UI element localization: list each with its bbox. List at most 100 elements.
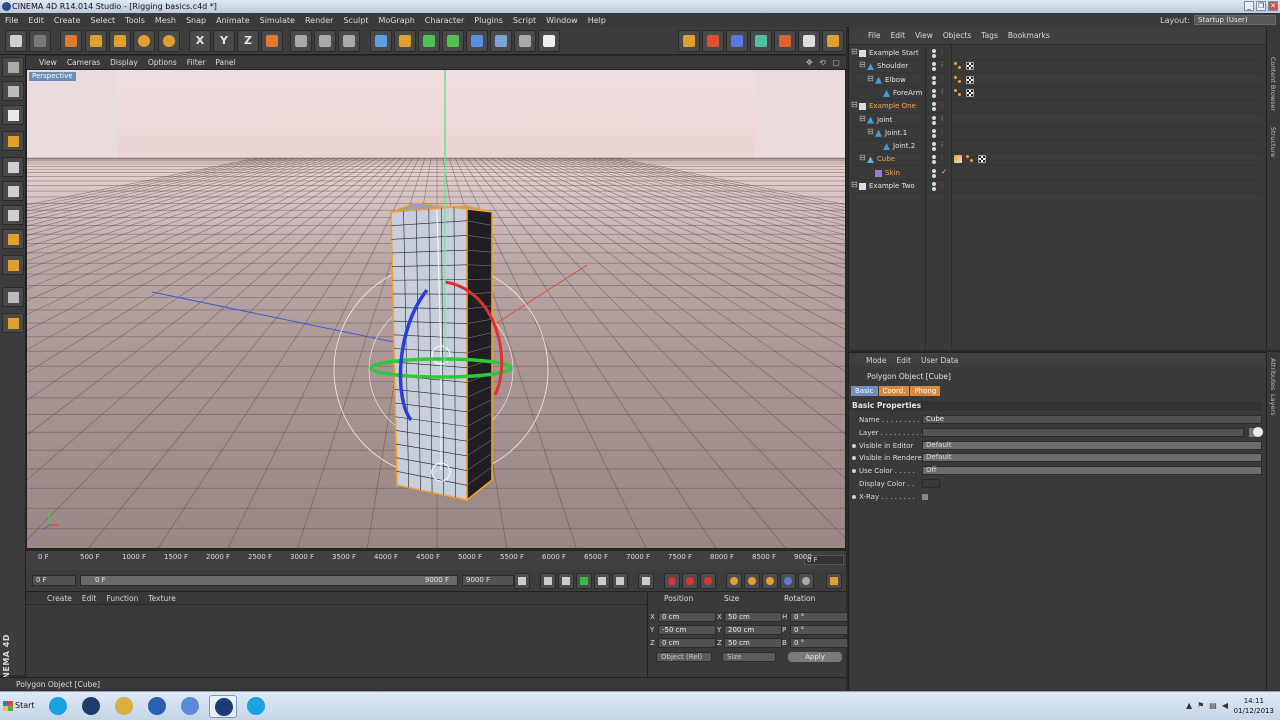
cube-primitive-button[interactable]	[370, 30, 392, 52]
camera-button[interactable]	[514, 30, 536, 52]
material-menu-create[interactable]: Create	[42, 594, 77, 603]
enable-toggle-icon[interactable]: ⁝	[941, 128, 943, 136]
object-row-cube[interactable]: ⊟ Cube ⁝	[851, 153, 1263, 167]
objects-menu-objects[interactable]: Objects	[938, 31, 976, 40]
menu-character[interactable]: Character	[420, 16, 470, 25]
object-row-elbow[interactable]: ⊟ Elbow ⁝	[851, 74, 1263, 87]
visibility-dots[interactable]	[932, 182, 940, 191]
snap-button[interactable]	[2, 287, 24, 307]
tab-phong[interactable]: Phong	[910, 386, 941, 396]
menu-animate[interactable]: Animate	[211, 16, 255, 25]
objects-menu-file[interactable]: File	[863, 31, 886, 40]
taskbar-skype-2-button[interactable]	[242, 695, 270, 718]
attribute-dropdown[interactable]: Default	[922, 453, 1262, 463]
viewport-menu-filter[interactable]: Filter	[182, 58, 211, 67]
visibility-dots[interactable]	[932, 102, 940, 112]
expand-toggle-icon[interactable]: ⊟	[867, 74, 874, 83]
go-to-end-button[interactable]	[638, 573, 654, 589]
taskbar-skype-button[interactable]	[44, 695, 72, 718]
next-frame-button[interactable]	[594, 573, 610, 589]
object-row-example-one[interactable]: ⊟ Example One ⁝	[851, 100, 1263, 114]
menu-script[interactable]: Script	[508, 16, 541, 25]
checker-tag-icon[interactable]	[966, 62, 974, 71]
spline-pen-button[interactable]	[394, 30, 416, 52]
objects-menu-tags[interactable]: Tags	[976, 31, 1003, 40]
viewport-perspective[interactable]: Perspective	[26, 69, 846, 549]
expand-toggle-icon[interactable]: ⊟	[851, 47, 858, 56]
object-row-joint-1[interactable]: ⊟ Joint.1 ⁝	[851, 127, 1263, 140]
object-row-skin[interactable]: Skin ✓	[851, 167, 1263, 180]
sculpt-button[interactable]	[678, 30, 700, 52]
record-active-button[interactable]	[664, 573, 680, 589]
animation-bullet-icon[interactable]	[852, 443, 856, 448]
texture-mode-button[interactable]	[2, 105, 24, 125]
make-editable-button[interactable]	[2, 57, 24, 77]
axis-z-button[interactable]: Z	[237, 30, 259, 52]
size-field[interactable]: 50 cm	[724, 612, 782, 622]
timeline-ruler[interactable]: 0 F 0 F 500 F 1000 F 1500 F 2000 F 2500 F 3000…	[26, 550, 846, 570]
tweak-mode-button[interactable]	[2, 255, 24, 275]
object-row-forearm[interactable]: ForeArm ⁝	[851, 87, 1263, 100]
menu-edit[interactable]: Edit	[23, 16, 49, 25]
menu-create[interactable]: Create	[49, 16, 86, 25]
start-frame-field[interactable]: 0 F	[32, 575, 76, 586]
minimize-button[interactable]: _	[1244, 1, 1254, 11]
check-tag-icon[interactable]	[954, 169, 962, 177]
coords-mode-dropdown[interactable]: Object (Rel)	[656, 652, 712, 662]
scale-button[interactable]	[109, 30, 131, 52]
start-button[interactable]: Start	[1, 696, 36, 716]
animation-bullet-icon[interactable]	[852, 494, 856, 499]
side-tab-content-browser[interactable]: Content Browser	[1269, 57, 1277, 111]
attributes-menu-edit[interactable]: Edit	[891, 356, 916, 365]
menu-help[interactable]: Help	[583, 16, 611, 25]
taskbar-league-launcher-button[interactable]	[77, 695, 105, 718]
taskbar-firefox-button[interactable]	[143, 695, 171, 718]
side-tab-structure[interactable]: Structure	[1269, 127, 1277, 157]
visibility-dots[interactable]	[932, 142, 940, 152]
next-key-button[interactable]	[612, 573, 628, 589]
live-selection-button[interactable]	[60, 30, 82, 52]
autokey-button[interactable]	[682, 573, 698, 589]
record-position-button[interactable]	[726, 573, 742, 589]
hair-button[interactable]	[750, 30, 772, 52]
tray-flag-icon[interactable]: ⚑	[1197, 701, 1204, 710]
tray-arrow-icon[interactable]: ▲	[1186, 701, 1192, 710]
visibility-dots[interactable]	[932, 115, 940, 125]
deformer-button[interactable]	[466, 30, 488, 52]
object-row-joint-2[interactable]: Joint.2 ⁝	[851, 140, 1263, 154]
viewport-menu-panel[interactable]: Panel	[210, 58, 240, 67]
object-row-example-start[interactable]: ⊟ Example Start ⁝	[851, 47, 1263, 60]
floor-button[interactable]	[490, 30, 512, 52]
redo-button[interactable]	[29, 30, 51, 52]
expand-toggle-icon[interactable]: ⊟	[851, 100, 858, 109]
expand-toggle-icon[interactable]: ⊟	[859, 153, 866, 162]
keyframe-selection-button[interactable]	[700, 573, 716, 589]
previous-key-button[interactable]	[540, 573, 556, 589]
coords-size-dropdown[interactable]: Size	[722, 652, 776, 662]
rotate-button[interactable]	[133, 30, 155, 52]
close-button[interactable]: ✕	[1268, 1, 1278, 11]
material-menu-function[interactable]: Function	[101, 594, 143, 603]
expand-toggle-icon[interactable]: ⊟	[867, 127, 874, 136]
attribute-text-field[interactable]	[922, 427, 1244, 437]
lock-workplane-button[interactable]	[2, 313, 24, 333]
enable-toggle-icon[interactable]: ⁝	[941, 181, 943, 189]
menu-simulate[interactable]: Simulate	[255, 16, 300, 25]
taskbar-app-windows-button[interactable]	[110, 695, 138, 718]
checker-tag-icon[interactable]	[966, 88, 974, 97]
go-to-start-button[interactable]	[514, 573, 530, 589]
render-picture-viewer-button[interactable]	[314, 30, 336, 52]
tab-coord[interactable]: Coord.	[878, 386, 910, 396]
attribute-text-field[interactable]: Cube	[922, 415, 1262, 424]
record-scale-button[interactable]	[744, 573, 760, 589]
record-parameter-button[interactable]	[780, 573, 796, 589]
rotation-field[interactable]: 0 °	[790, 612, 848, 622]
tray-volume-icon[interactable]: ◀	[1222, 701, 1228, 710]
layout-dropdown[interactable]: Startup (User)	[1194, 15, 1276, 25]
mograph-button[interactable]	[726, 30, 748, 52]
array-button[interactable]	[442, 30, 464, 52]
attribute-dropdown[interactable]: Off	[922, 466, 1262, 476]
taskbar-cinema4d-taskbar-button[interactable]	[209, 695, 237, 718]
checker-tag-icon[interactable]	[978, 155, 986, 164]
menu-tools[interactable]: Tools	[120, 16, 150, 25]
